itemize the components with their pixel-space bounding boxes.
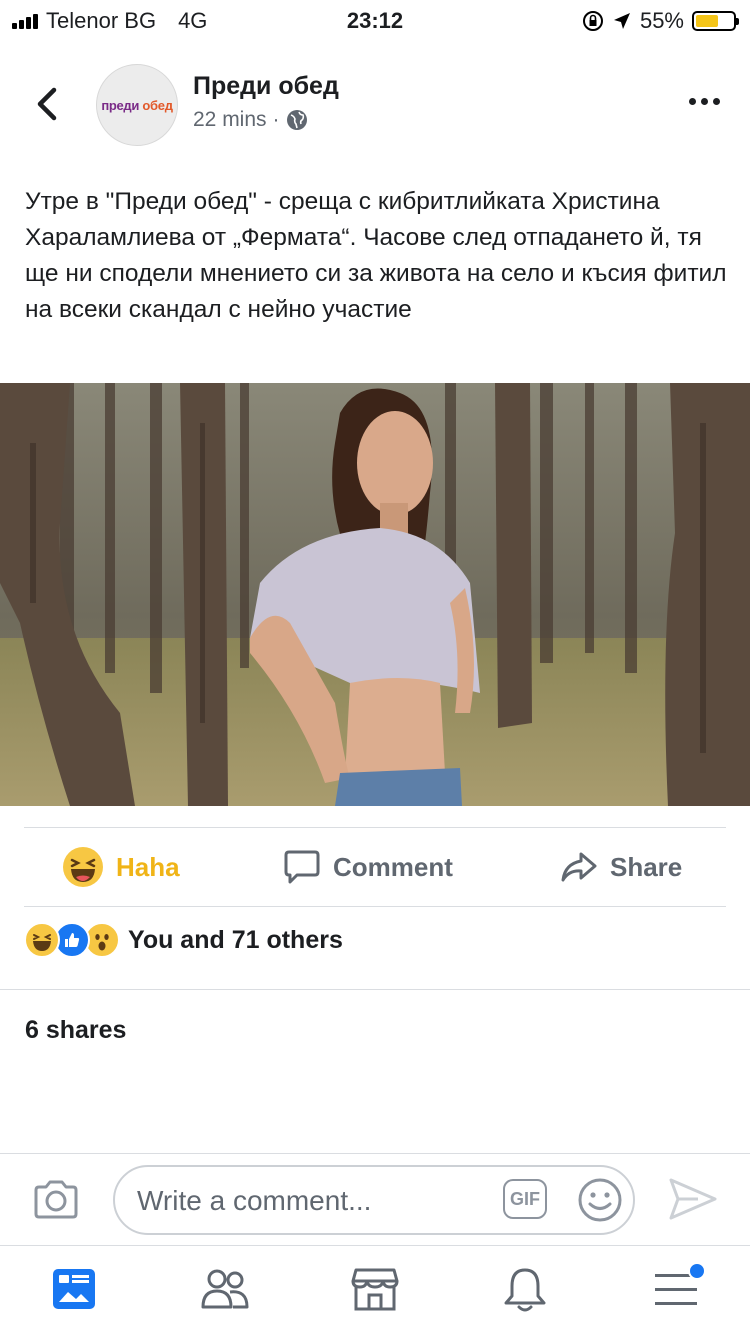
friends-icon[interactable] — [200, 1266, 250, 1312]
reactions-text: You and 71 others — [128, 925, 343, 954]
haha-reaction-button[interactable]: Haha — [62, 828, 180, 906]
post-text: Утре в "Преди обед" - среща с кибритлийк… — [25, 188, 727, 323]
meta-separator: · — [272, 108, 280, 131]
status-right: 55% — [582, 8, 739, 34]
post-time[interactable]: 22 mins — [193, 108, 267, 132]
more-options-icon[interactable] — [689, 98, 720, 105]
haha-emoji-icon — [63, 847, 103, 887]
bottom-tab-bar — [0, 1245, 750, 1335]
comment-icon — [284, 850, 320, 884]
gif-button[interactable]: GIF — [503, 1179, 547, 1219]
camera-icon[interactable] — [32, 1178, 80, 1222]
comment-label: Comment — [333, 851, 453, 882]
menu-notification-dot — [688, 1262, 706, 1280]
page-name[interactable]: Преди обед — [193, 72, 339, 101]
reactions-summary[interactable]: You and 71 others — [24, 922, 343, 958]
share-icon — [561, 852, 597, 882]
marketplace-icon[interactable] — [350, 1266, 400, 1312]
comment-button[interactable]: Comment — [283, 828, 453, 906]
battery-icon — [692, 11, 739, 31]
comment-input[interactable]: Write a comment... GIF — [113, 1165, 635, 1235]
divider-reactions — [0, 989, 750, 990]
emoji-icon[interactable] — [577, 1177, 623, 1223]
back-icon[interactable] — [26, 82, 70, 126]
location-icon — [613, 13, 630, 29]
avatar-logo: преди обед — [101, 97, 173, 113]
news-feed-icon[interactable] — [50, 1266, 98, 1312]
haha-reaction-icon — [24, 922, 60, 958]
shares-count[interactable]: 6 shares — [25, 1016, 126, 1045]
comment-placeholder: Write a comment... — [137, 1185, 372, 1216]
haha-label: Haha — [116, 851, 180, 882]
send-icon[interactable] — [668, 1176, 718, 1222]
post-photo[interactable] — [0, 383, 750, 806]
globe-icon — [286, 110, 307, 130]
post-meta: 22 mins · — [193, 108, 308, 132]
battery-percent: 55% — [639, 8, 684, 33]
share-button[interactable]: Share — [560, 828, 682, 906]
comment-composer: Write a comment... GIF — [0, 1153, 750, 1246]
action-bar: Haha Comment Share — [0, 828, 750, 906]
share-label: Share — [610, 851, 683, 882]
divider-mid — [24, 906, 726, 907]
notifications-icon[interactable] — [500, 1266, 550, 1314]
post-header: преди обед Преди обед 22 mins · — [0, 60, 750, 150]
page-avatar[interactable]: преди обед — [96, 64, 178, 146]
orientation-lock-icon — [582, 11, 603, 31]
status-bar: Telenor BG 4G 23:12 55% — [0, 0, 750, 42]
